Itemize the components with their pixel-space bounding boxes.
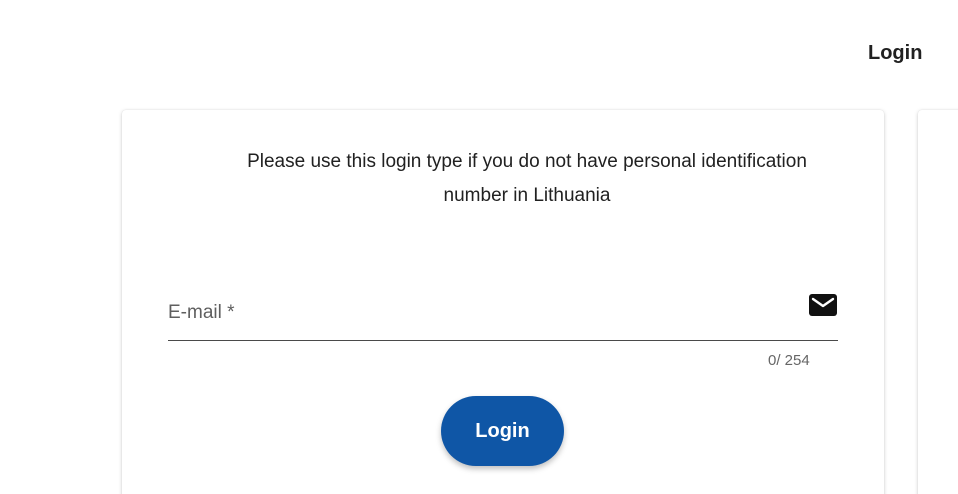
- login-type-description: Please use this login type if you do not…: [247, 151, 807, 206]
- secondary-login-card: [918, 110, 958, 494]
- login-page: Login Please use this login type if you …: [0, 0, 958, 494]
- email-input[interactable]: [168, 296, 792, 338]
- page-title: Login: [868, 42, 923, 64]
- mail-icon: [808, 292, 838, 318]
- email-character-counter: 0/ 254: [768, 352, 810, 369]
- email-login-card: Please use this login type if you do not…: [122, 110, 884, 494]
- email-field[interactable]: E-mail *: [168, 288, 838, 341]
- login-button[interactable]: Login: [441, 396, 564, 466]
